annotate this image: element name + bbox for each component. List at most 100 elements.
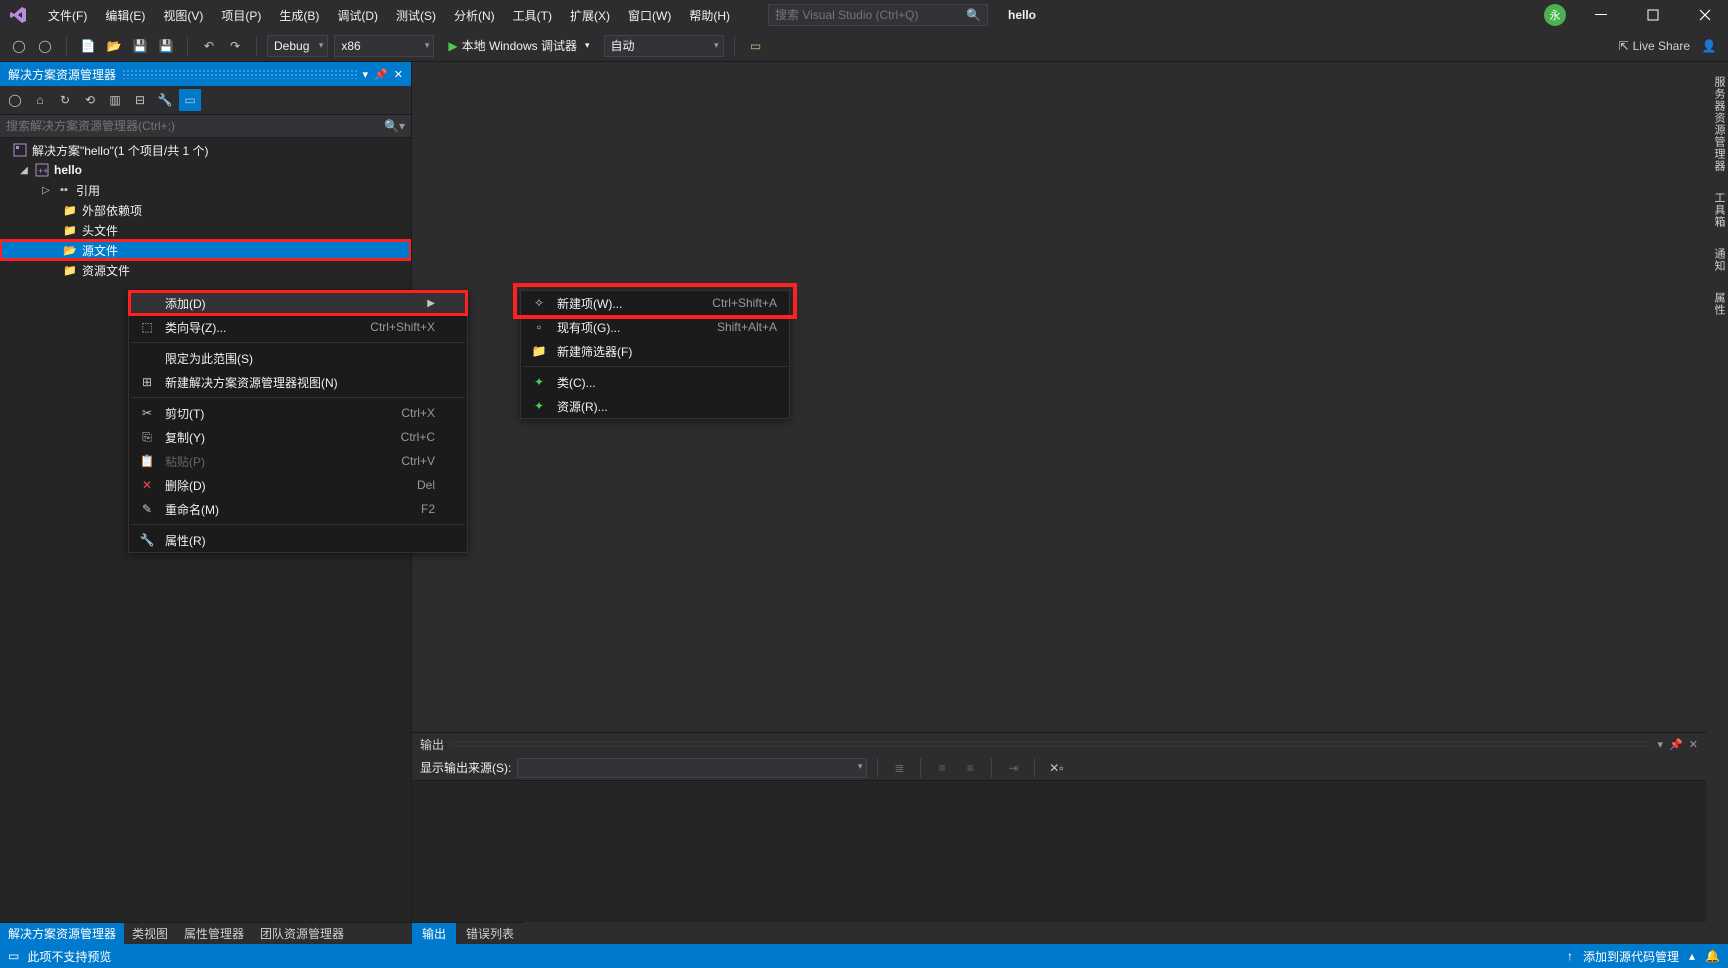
toolbar-extra-button[interactable]: ▭ bbox=[745, 35, 767, 57]
menu-view[interactable]: 视图(V) bbox=[155, 3, 211, 28]
ctx-properties[interactable]: 🔧 属性(R) bbox=[129, 528, 467, 552]
pin-icon[interactable]: 📌 bbox=[374, 68, 388, 81]
menu-extensions[interactable]: 扩展(X) bbox=[562, 3, 618, 28]
menu-file[interactable]: 文件(F) bbox=[40, 3, 95, 28]
save-all-button[interactable]: 💾 bbox=[155, 35, 177, 57]
config-combo[interactable]: Debug bbox=[267, 35, 328, 57]
ctx-scope-to[interactable]: 限定为此范围(S) bbox=[129, 346, 467, 370]
ctx-class-wizard[interactable]: ⬚ 类向导(Z)... Ctrl+Shift+X bbox=[129, 315, 467, 339]
tab-output[interactable]: 输出 bbox=[412, 923, 456, 944]
menu-build[interactable]: 生成(B) bbox=[271, 3, 327, 28]
output-source-combo[interactable] bbox=[517, 758, 867, 778]
output-indent-icon[interactable]: ⇥ bbox=[1002, 757, 1024, 779]
pin-icon[interactable]: 📌 bbox=[1669, 738, 1683, 751]
ctx-rename[interactable]: ✎ 重命名(M) F2 bbox=[129, 497, 467, 521]
collapse-all-icon[interactable]: ⊟ bbox=[129, 89, 151, 111]
output-wrap-icon[interactable]: ≡ bbox=[931, 757, 953, 779]
redo-button[interactable]: ↷ bbox=[224, 35, 246, 57]
quick-launch-input[interactable] bbox=[775, 8, 966, 22]
nav-back-button[interactable]: ◯ bbox=[8, 35, 30, 57]
menu-analyze[interactable]: 分析(N) bbox=[446, 3, 503, 28]
tab-solution-explorer[interactable]: 解决方案资源管理器 bbox=[0, 923, 124, 944]
ctx-cut-label: 剪切(T) bbox=[165, 405, 381, 422]
sub-existing-item[interactable]: ▫ 现有项(G)... Shift+Alt+A bbox=[521, 315, 789, 339]
folder-open-icon: 📂 bbox=[62, 242, 78, 258]
back-nav-icon[interactable]: ◯ bbox=[4, 89, 26, 111]
output-header[interactable]: 输出 ▾ 📌 ✕ bbox=[412, 733, 1706, 755]
source-files-node[interactable]: 📂 源文件 bbox=[0, 240, 411, 260]
start-debug-button[interactable]: ▶ 本地 Windows 调试器 ▾ bbox=[440, 35, 597, 57]
header-files-node[interactable]: 📁 头文件 bbox=[0, 220, 411, 240]
solution-explorer-search[interactable]: 🔍▾ bbox=[0, 114, 411, 138]
preview-icon[interactable]: ▭ bbox=[179, 89, 201, 111]
statusbar: ▭ 此项不支持预览 ↑ 添加到源代码管理 ▴ 🔔 bbox=[0, 944, 1728, 968]
menu-window[interactable]: 窗口(W) bbox=[620, 3, 679, 28]
ctx-new-solution-view[interactable]: ⊞ 新建解决方案资源管理器视图(N) bbox=[129, 370, 467, 394]
output-clear-all-icon[interactable]: ✕▫ bbox=[1045, 757, 1067, 779]
pending-changes-icon[interactable]: ⟲ bbox=[79, 89, 101, 111]
server-explorer-tab[interactable]: 服务器资源管理器 bbox=[1706, 70, 1728, 178]
quick-launch-search[interactable]: 🔍 bbox=[768, 4, 988, 26]
new-project-button[interactable]: 📄 bbox=[77, 35, 99, 57]
dropdown-icon[interactable]: ▾ bbox=[363, 68, 369, 81]
ctx-delete[interactable]: ✕ 删除(D) Del bbox=[129, 473, 467, 497]
platform-combo[interactable]: x86 bbox=[334, 35, 434, 57]
tab-class-view[interactable]: 类视图 bbox=[124, 923, 176, 944]
close-button[interactable] bbox=[1688, 3, 1722, 27]
tab-property-manager[interactable]: 属性管理器 bbox=[176, 923, 252, 944]
toolbox-tab[interactable]: 工具箱 bbox=[1706, 186, 1728, 234]
tab-team-explorer[interactable]: 团队资源管理器 bbox=[252, 923, 352, 944]
feedback-button[interactable]: 👤 bbox=[1698, 35, 1720, 57]
output-body[interactable] bbox=[412, 781, 1706, 922]
maximize-button[interactable] bbox=[1636, 3, 1670, 27]
save-button[interactable]: 💾 bbox=[129, 35, 151, 57]
panel-drag-handle[interactable] bbox=[450, 740, 1652, 748]
expand-icon[interactable]: ◢ bbox=[18, 165, 30, 176]
external-deps-node[interactable]: 📁 外部依赖项 bbox=[0, 200, 411, 220]
sync-icon[interactable]: ↻ bbox=[54, 89, 76, 111]
notification-bell-icon[interactable]: 🔔 bbox=[1705, 949, 1720, 963]
ctx-cut[interactable]: ✂ 剪切(T) Ctrl+X bbox=[129, 401, 467, 425]
menu-project[interactable]: 项目(P) bbox=[213, 3, 269, 28]
menu-tools[interactable]: 工具(T) bbox=[505, 3, 560, 28]
liveshare-label: Live Share bbox=[1633, 39, 1690, 53]
notifications-tab[interactable]: 通知 bbox=[1706, 242, 1728, 278]
menu-edit[interactable]: 编辑(E) bbox=[97, 3, 153, 28]
minimize-button[interactable] bbox=[1584, 3, 1618, 27]
source-control-button[interactable]: 添加到源代码管理 bbox=[1583, 948, 1679, 965]
liveshare-button[interactable]: ⇱ Live Share bbox=[1619, 39, 1690, 53]
dropdown-icon[interactable]: ▾ bbox=[1658, 738, 1664, 751]
sub-resource[interactable]: ✦ 资源(R)... bbox=[521, 394, 789, 418]
sub-new-item[interactable]: ✧ 新建项(W)... Ctrl+Shift+A bbox=[521, 291, 789, 315]
solution-search-input[interactable] bbox=[6, 119, 384, 133]
output-toggle-icon[interactable]: ≡ bbox=[959, 757, 981, 779]
auto-combo[interactable]: 自动 bbox=[604, 35, 724, 57]
home-icon[interactable]: ⌂ bbox=[29, 89, 51, 111]
output-clear-icon[interactable]: ≣ bbox=[888, 757, 910, 779]
undo-button[interactable]: ↶ bbox=[198, 35, 220, 57]
properties-tab[interactable]: 属性 bbox=[1706, 286, 1728, 322]
menu-debug[interactable]: 调试(D) bbox=[329, 3, 386, 28]
close-icon[interactable]: ✕ bbox=[1689, 738, 1698, 751]
ctx-copy[interactable]: ⎘ 复制(Y) Ctrl+C bbox=[129, 425, 467, 449]
resource-files-node[interactable]: 📁 资源文件 bbox=[0, 260, 411, 280]
references-node[interactable]: ▷ ▪▪ 引用 bbox=[0, 180, 411, 200]
user-avatar[interactable]: 永 bbox=[1544, 4, 1566, 26]
menu-help[interactable]: 帮助(H) bbox=[681, 3, 738, 28]
show-all-files-icon[interactable]: ▥ bbox=[104, 89, 126, 111]
menu-test[interactable]: 测试(S) bbox=[388, 3, 444, 28]
nav-fwd-button[interactable]: ◯ bbox=[34, 35, 56, 57]
ctx-add[interactable]: 添加(D) ▶ bbox=[129, 291, 467, 315]
sub-new-filter[interactable]: 📁 新建筛选器(F) bbox=[521, 339, 789, 363]
sub-class[interactable]: ✦ 类(C)... bbox=[521, 370, 789, 394]
tab-errors[interactable]: 错误列表 bbox=[456, 923, 524, 944]
solution-node[interactable]: 解决方案"hello"(1 个项目/共 1 个) bbox=[0, 140, 411, 160]
panel-drag-handle[interactable] bbox=[122, 69, 357, 79]
solution-explorer-header[interactable]: 解决方案资源管理器 ▾ 📌 ✕ bbox=[0, 62, 411, 86]
chevron-up-icon[interactable]: ▴ bbox=[1689, 949, 1695, 963]
project-node[interactable]: ◢ ++ hello bbox=[0, 160, 411, 180]
expand-icon[interactable]: ▷ bbox=[40, 185, 52, 196]
open-file-button[interactable]: 📂 bbox=[103, 35, 125, 57]
properties-icon[interactable]: 🔧 bbox=[154, 89, 176, 111]
close-icon[interactable]: ✕ bbox=[394, 68, 403, 81]
